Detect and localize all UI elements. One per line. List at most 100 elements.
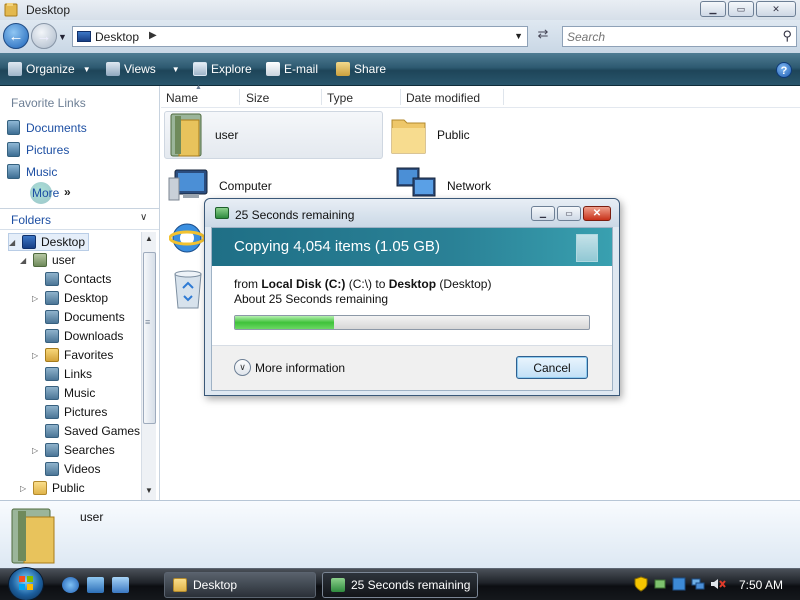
tree-item-documents[interactable]: Documents: [32, 310, 125, 324]
tree-item-desktop-sub[interactable]: ▷ Desktop: [32, 291, 108, 305]
safely-remove-icon[interactable]: [653, 577, 667, 594]
double-chevron-icon[interactable]: »: [64, 185, 71, 199]
scroll-up-icon[interactable]: ▲: [145, 234, 153, 243]
details-item-name: user: [80, 510, 104, 524]
internet-explorer-icon[interactable]: [62, 577, 79, 593]
tree-item-user[interactable]: ◢ user: [20, 253, 75, 267]
tree-item-public[interactable]: ▷ Public: [20, 481, 85, 495]
scroll-down-icon[interactable]: ▼: [145, 486, 153, 495]
security-shield-icon[interactable]: [634, 575, 648, 595]
internet-explorer-icon[interactable]: [168, 218, 206, 261]
source-path: (C:\): [348, 277, 373, 291]
dialog-title-bar[interactable]: 25 Seconds remaining ▁ ▭ ✕: [205, 199, 619, 227]
destination-name: Desktop: [388, 277, 437, 291]
taskbar-button-desktop[interactable]: Desktop: [164, 572, 316, 598]
file-item-public[interactable]: Public: [389, 111, 470, 159]
network-icon[interactable]: [691, 577, 705, 594]
views-button[interactable]: Views ▼: [106, 62, 180, 76]
folders-header[interactable]: Folders ∨: [0, 208, 159, 230]
clock[interactable]: 7:50 AM: [739, 578, 783, 592]
address-bar[interactable]: Desktop ▶ ▼: [72, 26, 528, 47]
recent-pages-dropdown[interactable]: ▼: [58, 32, 67, 42]
close-button[interactable]: ✕: [756, 1, 796, 17]
close-icon: ✕: [772, 3, 780, 14]
start-button[interactable]: [8, 567, 44, 600]
recycle-bin-icon[interactable]: [171, 268, 205, 315]
forward-button[interactable]: →: [31, 23, 57, 49]
organize-button[interactable]: Organize ▼: [8, 62, 91, 76]
dialog-maximize-button[interactable]: ▭: [557, 206, 581, 221]
tree-item-downloads[interactable]: Downloads: [32, 329, 123, 343]
organize-icon: [8, 62, 22, 76]
favorite-link-documents[interactable]: Documents: [7, 120, 87, 135]
address-location[interactable]: Desktop: [95, 30, 139, 44]
update-icon[interactable]: [672, 577, 686, 594]
tree-item-label: Desktop: [41, 235, 86, 249]
column-header-date-modified[interactable]: Date modified: [406, 91, 480, 105]
refresh-button[interactable]: ⇄: [532, 26, 554, 47]
searches-icon: [45, 443, 59, 457]
file-item-user[interactable]: user: [164, 111, 383, 159]
breadcrumb-arrow-icon[interactable]: ▶: [149, 30, 157, 41]
expand-triangle-icon[interactable]: ◢: [9, 238, 17, 247]
tree-item-saved-games[interactable]: Saved Games: [32, 424, 140, 438]
window-title-bar: Desktop ▁ ▭ ✕: [0, 0, 800, 20]
column-header-type[interactable]: Type: [327, 91, 353, 105]
collapse-triangle-icon[interactable]: ▷: [20, 484, 28, 493]
task-label: 25 Seconds remaining: [351, 578, 471, 592]
progress-fill: [235, 316, 335, 329]
dialog-close-button[interactable]: ✕: [583, 206, 611, 221]
back-button[interactable]: ←: [3, 23, 29, 49]
views-label: Views: [124, 62, 156, 76]
collapse-triangle-icon[interactable]: ▷: [32, 351, 40, 360]
tree-item-desktop[interactable]: ◢ Desktop: [8, 233, 90, 251]
switch-windows-icon[interactable]: [112, 577, 129, 593]
tree-item-pictures[interactable]: Pictures: [32, 405, 107, 419]
tree-item-favorites[interactable]: ▷ Favorites: [32, 348, 113, 362]
more-information-toggle[interactable]: ∨ More information: [234, 359, 345, 376]
favorite-link-label: Music: [26, 164, 58, 179]
tree-item-music[interactable]: Music: [32, 386, 95, 400]
dialog-minimize-button[interactable]: ▁: [531, 206, 555, 221]
chevron-down-icon[interactable]: ∨: [140, 212, 147, 223]
search-box[interactable]: ⚲: [562, 26, 797, 47]
show-desktop-icon[interactable]: [87, 577, 104, 593]
scrollbar-thumb[interactable]: [143, 252, 156, 424]
cancel-button[interactable]: Cancel: [516, 356, 588, 379]
tree-item-searches[interactable]: ▷ Searches: [32, 443, 115, 457]
address-dropdown-icon[interactable]: ▼: [514, 31, 523, 41]
source-drive: Local Disk (C:): [261, 277, 346, 291]
more-links[interactable]: More: [32, 186, 59, 200]
email-icon: [266, 62, 280, 76]
tree-scrollbar[interactable]: ▲ ≡ ▼: [141, 232, 156, 500]
tree-item-label: Desktop: [64, 291, 109, 305]
pictures-icon: [45, 405, 59, 419]
column-headers: Name ▲ Size Type Date modified: [161, 84, 800, 108]
favorite-link-music[interactable]: Music: [7, 164, 57, 179]
taskbar-button-copy[interactable]: 25 Seconds remaining: [322, 572, 478, 598]
column-header-name[interactable]: Name: [166, 91, 198, 105]
volume-muted-icon[interactable]: [710, 577, 726, 594]
share-button[interactable]: Share: [336, 62, 386, 76]
maximize-button[interactable]: ▭: [728, 1, 754, 17]
favorite-link-pictures[interactable]: Pictures: [7, 142, 69, 157]
help-button[interactable]: ?: [776, 62, 792, 78]
search-icon[interactable]: ⚲: [782, 28, 792, 44]
column-header-size[interactable]: Size: [246, 91, 269, 105]
favorite-link-label: Pictures: [26, 142, 70, 157]
tree-item-links[interactable]: Links: [32, 367, 92, 381]
collapse-triangle-icon[interactable]: ▷: [32, 294, 40, 303]
search-input[interactable]: [563, 27, 763, 46]
email-button[interactable]: E-mail: [266, 62, 318, 76]
taskbar: Desktop 25 Seconds remaining 7:50 AM: [0, 567, 800, 600]
links-icon: [45, 367, 59, 381]
tree-item-videos[interactable]: Videos: [32, 462, 100, 476]
collapse-triangle-icon[interactable]: ▷: [32, 446, 40, 455]
minimize-button[interactable]: ▁: [700, 1, 726, 17]
close-icon: ✕: [592, 208, 602, 219]
explore-button[interactable]: Explore: [193, 62, 252, 76]
address-row: ← → ▼ Desktop ▶ ▼ ⇄ ⚲: [0, 20, 800, 53]
tree-item-contacts[interactable]: Contacts: [32, 272, 111, 286]
expand-triangle-icon[interactable]: ◢: [20, 256, 28, 265]
dialog-banner: Copying 4,054 items (1.05 GB): [212, 228, 612, 266]
